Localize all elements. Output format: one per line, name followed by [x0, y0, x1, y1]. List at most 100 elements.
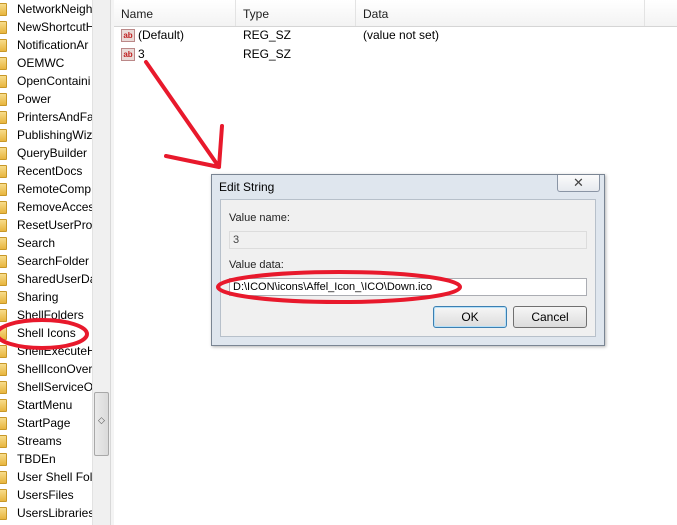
list-row-3[interactable]: ab 3 REG_SZ	[114, 45, 677, 64]
value-name-field: 3	[229, 231, 587, 249]
folder-icon	[0, 39, 7, 52]
tree-item[interactable]: UsersFiles	[0, 486, 92, 504]
tree-item[interactable]: ShellServiceOb	[0, 378, 92, 396]
tree-item[interactable]: NewShortcutH	[0, 18, 92, 36]
column-header-name[interactable]: Name	[114, 0, 236, 26]
tree-item[interactable]: User Shell Folc	[0, 468, 92, 486]
tree-item-label: Sharing	[17, 290, 59, 304]
column-header-type[interactable]: Type	[236, 0, 356, 26]
tree-item-label: RemoveAcces	[17, 200, 92, 214]
tree-vertical-scrollbar[interactable]: ◇	[92, 0, 110, 525]
folder-icon	[0, 219, 7, 232]
ok-button[interactable]: OK	[433, 306, 507, 328]
folder-icon	[0, 345, 7, 358]
tree-item-label: User Shell Folc	[17, 470, 92, 484]
row-data: (value not set)	[363, 28, 440, 42]
tree-item-label: Streams	[17, 434, 62, 448]
tree-item[interactable]: ShellIconOver	[0, 360, 92, 378]
tree-item[interactable]: Sharing	[0, 288, 92, 306]
folder-icon	[0, 147, 7, 160]
tree-item[interactable]: OpenContaini	[0, 72, 92, 90]
tree-item[interactable]: ResetUserProf	[0, 216, 92, 234]
tree-item-label: ShellExecuteH	[17, 344, 92, 358]
row-name: 3	[138, 47, 145, 61]
tree-item-label: UsersLibraries	[17, 506, 92, 520]
folder-icon	[0, 93, 7, 106]
row-name: (Default)	[138, 28, 185, 42]
folder-icon	[0, 507, 7, 520]
registry-key-tree[interactable]: NetworkNeigh NewShortcutH NotificationAr OE…	[0, 0, 92, 525]
tree-item-label: Power	[17, 92, 52, 106]
folder-icon	[0, 111, 7, 124]
tree-item[interactable]: QueryBuilder	[0, 144, 92, 162]
tree-item-label: OpenContaini	[17, 74, 91, 88]
folder-icon	[0, 3, 7, 16]
tree-item-label: NewShortcutH	[17, 20, 92, 34]
tree-item[interactable]: Power	[0, 90, 92, 108]
tree-item[interactable]: UsersLibraries	[0, 504, 92, 522]
column-header-data[interactable]: Data	[356, 0, 645, 26]
tree-item[interactable]: OEMWC	[0, 54, 92, 72]
tree-item-label: ShellIconOver	[17, 362, 92, 376]
tree-item[interactable]: PublishingWiz	[0, 126, 92, 144]
close-button[interactable]: ✕	[557, 175, 600, 192]
tree-item[interactable]: TBDEn	[0, 450, 92, 468]
value-data-input[interactable]: D:\ICON\icons\Affel_Icon_\ICO\Down.ico	[229, 278, 587, 296]
folder-icon	[0, 75, 7, 88]
tree-item[interactable]: RecentDocs	[0, 162, 92, 180]
value-data-label: Value data:	[229, 259, 284, 271]
tree-item-label: StartMenu	[17, 398, 73, 412]
dialog-body: Value name: 3 Value data: D:\ICON\icons\…	[220, 199, 596, 337]
tree-item-label: RemoteComp	[17, 182, 92, 196]
folder-icon	[0, 21, 7, 34]
tree-item-label: Shell Icons	[17, 326, 76, 340]
tree-item[interactable]: ShellFolders	[0, 306, 92, 324]
tree-item[interactable]: StartMenu	[0, 396, 92, 414]
tree-item[interactable]: SearchFolder	[0, 252, 92, 270]
list-row-default[interactable]: ab (Default) REG_SZ (value not set)	[114, 26, 677, 45]
scrollbar-thumb[interactable]: ◇	[94, 392, 109, 456]
folder-icon	[0, 309, 7, 322]
tree-item-label: UsersFiles	[17, 488, 74, 502]
tree-item-label: ShellServiceOb	[17, 380, 92, 394]
string-value-icon: ab	[121, 29, 135, 42]
folder-icon	[0, 273, 7, 286]
folder-icon	[0, 489, 7, 502]
folder-icon	[0, 201, 7, 214]
folder-icon	[0, 363, 7, 376]
cancel-button[interactable]: Cancel	[513, 306, 587, 328]
tree-item[interactable]: RemoveAcces	[0, 198, 92, 216]
string-value-icon: ab	[121, 48, 135, 61]
tree-item[interactable]: Shell Icons	[0, 324, 92, 342]
tree-item[interactable]: PrintersAndFa	[0, 108, 92, 126]
tree-item-label: SharedUserDa	[17, 272, 92, 286]
tree-item-label: Search	[17, 236, 56, 250]
dialog-title: Edit String	[219, 180, 275, 194]
tree-item[interactable]: Search	[0, 234, 92, 252]
folder-icon	[0, 183, 7, 196]
tree-item-label: RecentDocs	[17, 164, 83, 178]
tree-item[interactable]: RemoteComp	[0, 180, 92, 198]
folder-icon	[0, 399, 7, 412]
tree-item[interactable]: NetworkNeigh	[0, 0, 92, 18]
tree-item[interactable]: SharedUserDa	[0, 270, 92, 288]
tree-item-label: QueryBuilder	[17, 146, 88, 160]
folder-icon	[0, 57, 7, 70]
edit-string-dialog: Edit String ✕ Value name: 3 Value data: …	[211, 174, 605, 346]
tree-item[interactable]: Streams	[0, 432, 92, 450]
tree-item[interactable]: StartPage	[0, 414, 92, 432]
tree-item-label: ResetUserProf	[17, 218, 92, 232]
row-type: REG_SZ	[243, 47, 292, 61]
tree-item-label: NotificationAr	[17, 38, 89, 52]
folder-icon	[0, 291, 7, 304]
folder-icon	[0, 327, 7, 340]
scrollbar-grip-icon: ◇	[98, 415, 105, 425]
tree-item[interactable]: ShellExecuteH	[0, 342, 92, 360]
tree-item-label: TBDEn	[17, 452, 56, 466]
folder-icon	[0, 417, 7, 430]
tree-item[interactable]: NotificationAr	[0, 36, 92, 54]
tree-item-label: SearchFolder	[17, 254, 90, 268]
tree-item-label: OEMWC	[17, 56, 65, 70]
tree-item-label: ShellFolders	[17, 308, 84, 322]
folder-icon	[0, 255, 7, 268]
